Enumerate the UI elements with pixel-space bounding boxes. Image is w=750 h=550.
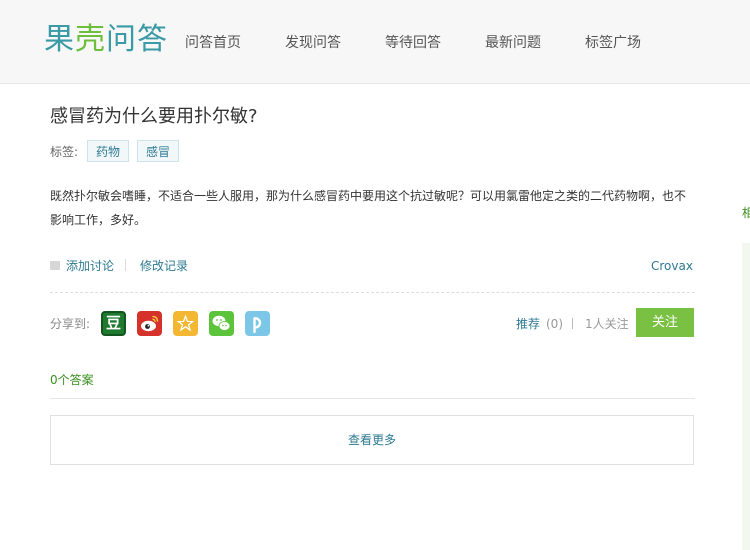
guokr-logo[interactable]: 果壳问答 bbox=[44, 22, 168, 58]
follow-button[interactable]: 关注 bbox=[636, 308, 694, 337]
douban-icon[interactable]: 豆 bbox=[101, 311, 126, 336]
question-content: 既然扑尔敏会嗜睡，不适合一些人服用，那为什么感冒药中要用这个抗过敏呢？可以用氯雷… bbox=[50, 189, 687, 227]
share-label: 分享到: bbox=[50, 317, 91, 331]
recommend-link[interactable]: 推荐 bbox=[516, 317, 540, 331]
qzone-star-icon[interactable] bbox=[173, 311, 198, 336]
view-more-box[interactable]: 查看更多 bbox=[50, 415, 694, 465]
wechat-glyph bbox=[212, 315, 231, 331]
tags-label: 标签: bbox=[50, 145, 79, 159]
tag-drug[interactable]: 药物 bbox=[87, 140, 130, 162]
discussion-icon bbox=[50, 261, 60, 270]
star-glyph bbox=[176, 314, 195, 332]
dashed-divider bbox=[50, 292, 695, 293]
nav-home[interactable]: 问答首页 bbox=[185, 34, 241, 52]
weibo-glyph bbox=[141, 315, 159, 332]
sidebar-title-partial: 相 bbox=[742, 206, 750, 220]
nav-tag-square[interactable]: 标签广场 bbox=[585, 34, 641, 52]
logo-part-3: 问答 bbox=[106, 22, 168, 57]
author-link[interactable]: Crovax bbox=[651, 258, 693, 274]
logo-part-1: 果 bbox=[44, 22, 75, 57]
nav-discover[interactable]: 发现问答 bbox=[285, 34, 341, 52]
weibo-icon[interactable] bbox=[137, 311, 162, 336]
answer-count: 0个答案 bbox=[50, 373, 94, 387]
view-more-link[interactable]: 查看更多 bbox=[51, 432, 693, 448]
question-main: 感冒药为什么要用扑尔敏? 标签: 药物 感冒 既然扑尔敏会嗜睡，不适合一些人服用… bbox=[0, 84, 750, 550]
followers-count: 1人关注 bbox=[585, 317, 629, 331]
add-discussion-link[interactable]: 添加讨论 bbox=[66, 258, 114, 274]
site-header: 果壳问答 问答首页 发现问答 等待回答 最新问题 标签广场 bbox=[0, 0, 750, 84]
separator bbox=[125, 259, 126, 271]
logo-part-2: 壳 bbox=[75, 22, 106, 57]
stats-separator bbox=[572, 318, 573, 329]
wechat-icon[interactable] bbox=[209, 311, 234, 336]
pinterest-icon[interactable] bbox=[245, 311, 270, 336]
nav-latest-questions[interactable]: 最新问题 bbox=[485, 34, 541, 52]
recommend-count: (0) bbox=[546, 317, 563, 331]
answers-divider bbox=[50, 398, 695, 399]
question-title: 感冒药为什么要用扑尔敏? bbox=[50, 106, 258, 127]
edit-history-link[interactable]: 修改记录 bbox=[140, 258, 188, 274]
p-glyph bbox=[253, 317, 262, 334]
sidebar-panel-partial bbox=[742, 243, 750, 550]
douban-glyph: 豆 bbox=[105, 314, 121, 332]
tag-cold[interactable]: 感冒 bbox=[137, 140, 180, 162]
nav-waiting-answer[interactable]: 等待回答 bbox=[385, 34, 441, 52]
